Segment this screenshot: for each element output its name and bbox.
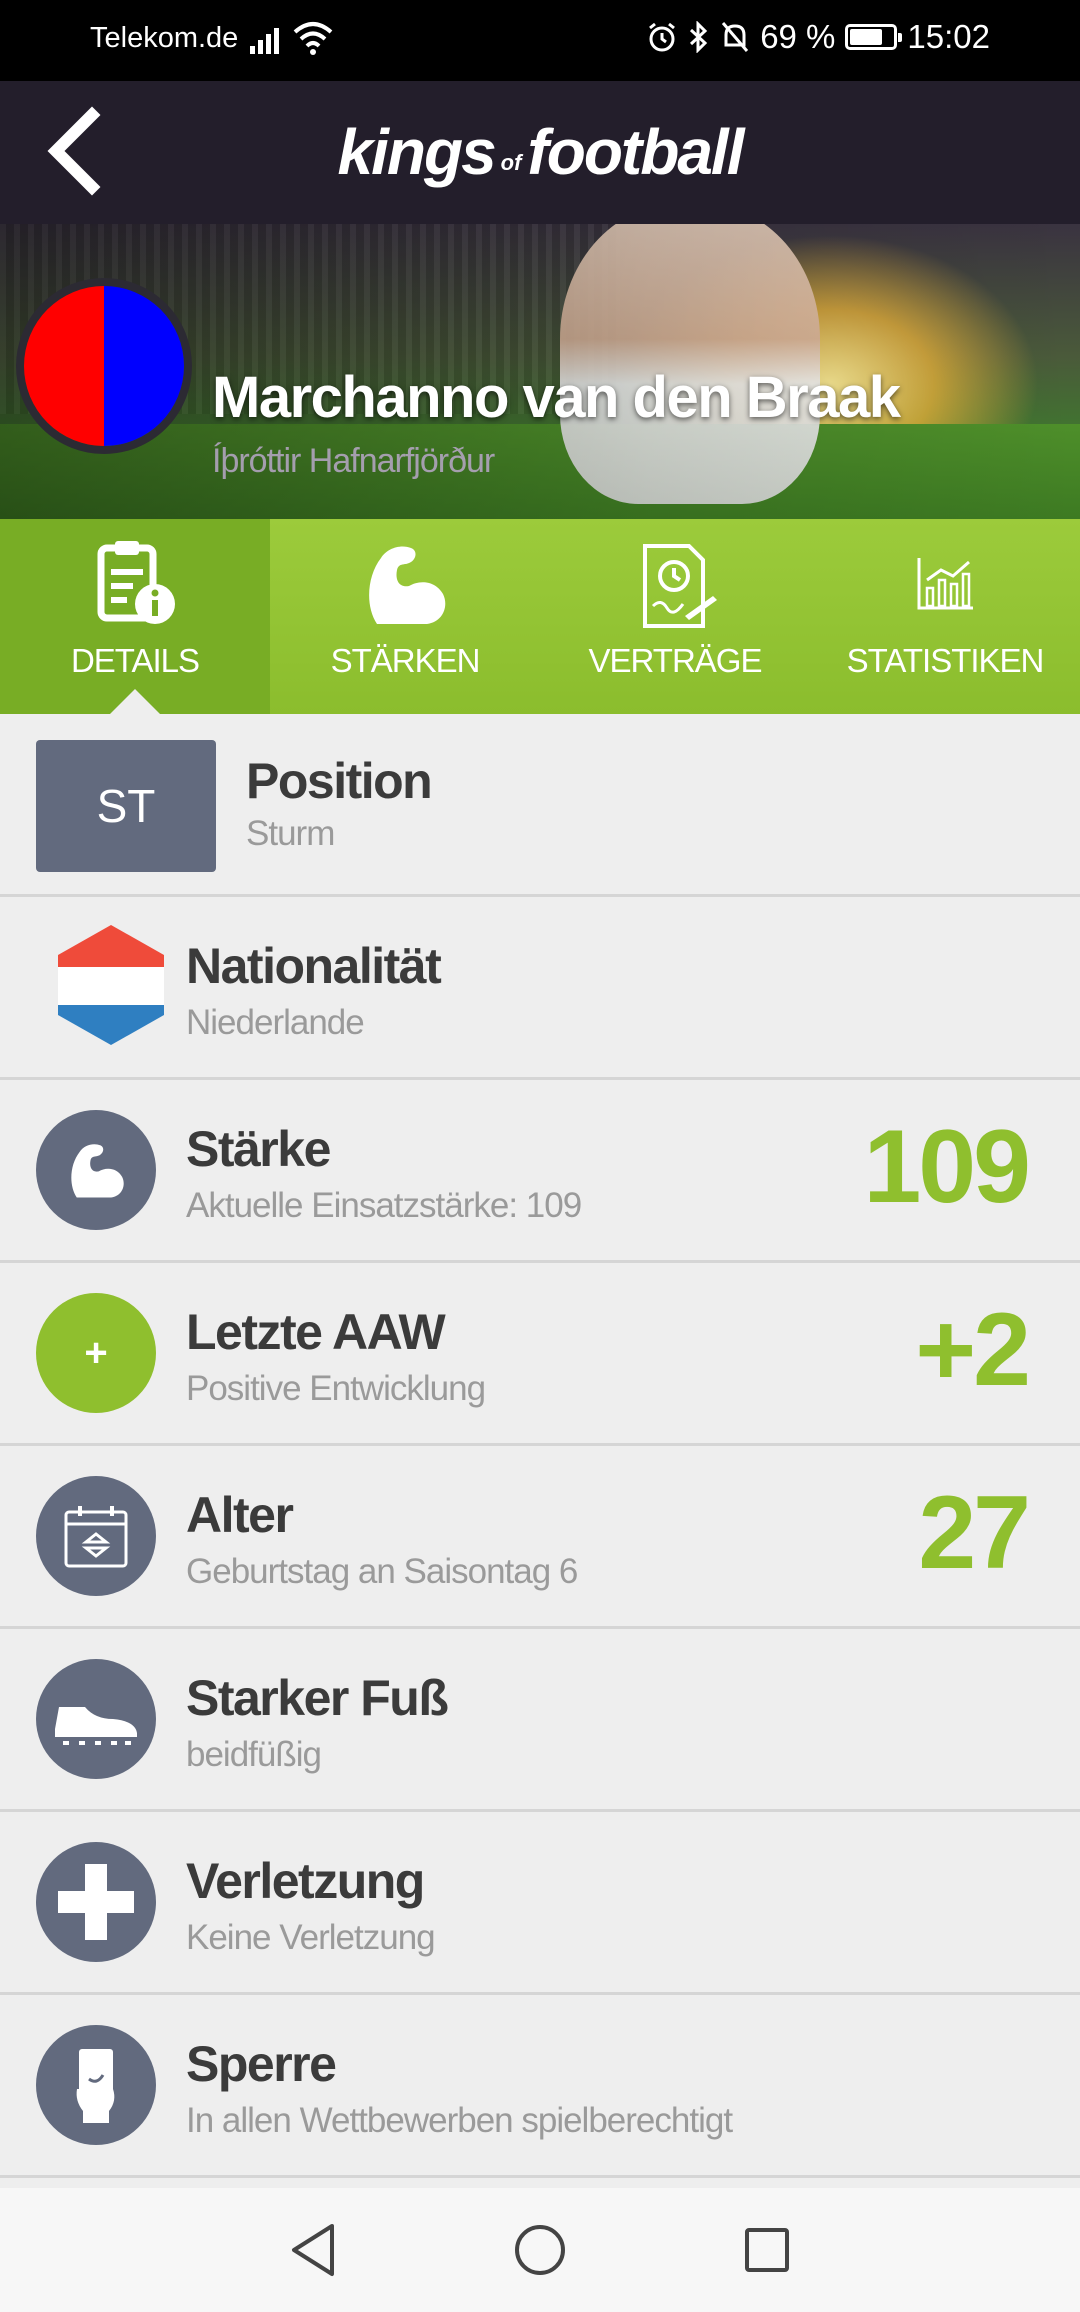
strength-value: 109 <box>863 1109 1031 1225</box>
tab-label: DETAILS <box>70 642 200 679</box>
referee-card-icon <box>76 2049 115 2123</box>
item-subtitle: Niederlande <box>186 1003 365 1042</box>
list-item-suspension[interactable]: Sperre In allen Wettbewerben spielberech… <box>0 1995 1080 2178</box>
item-subtitle: Geburtstag an Saisontag 6 <box>186 1552 578 1591</box>
system-nav-bar <box>0 2188 1080 2312</box>
list-item-strength[interactable]: Stärke Aktuelle Einsatzstärke: 109 109 <box>0 1080 1080 1263</box>
triangle-back-icon <box>292 2224 335 2276</box>
bicep-icon <box>71 1144 124 1198</box>
item-title: Sperre <box>186 2036 337 2092</box>
mute-icon <box>722 22 749 52</box>
item-subtitle: In allen Wettbewerben spielberechtigt <box>186 2101 733 2140</box>
bluetooth-icon <box>690 21 708 53</box>
tab-label: STATISTIKEN <box>846 642 1045 679</box>
status-right: 69 % 15:02 <box>646 18 990 56</box>
club-badge <box>16 278 192 454</box>
app-bar: kings offootball <box>0 81 1080 224</box>
battery-percent: 69 % <box>760 18 836 55</box>
nav-back-button[interactable] <box>273 2210 353 2290</box>
item-subtitle: Positive Entwicklung <box>186 1369 486 1408</box>
tab-statistiken[interactable]: STATISTIKEN <box>810 519 1080 714</box>
square-recents-icon <box>744 2228 789 2272</box>
item-title: Starker Fuß <box>186 1670 449 1726</box>
alarm-icon <box>649 22 676 52</box>
nav-home-button[interactable] <box>500 2210 580 2290</box>
age-icon-circle <box>36 1476 156 1596</box>
item-title: Verletzung <box>186 1853 425 1909</box>
details-icon <box>97 541 175 624</box>
carrier-label: Telekom.de <box>90 22 239 54</box>
calendar-icon <box>64 1506 128 1568</box>
tab-label: VERTRÄGE <box>588 642 763 679</box>
position-badge: ST <box>36 740 216 872</box>
contract-icon <box>643 544 717 628</box>
player-name: Marchanno van den Braak <box>212 365 901 430</box>
strength-icon-circle <box>36 1110 156 1230</box>
plus-icon: + <box>36 1293 156 1413</box>
item-subtitle: Sturm <box>246 814 335 853</box>
item-title: Stärke <box>186 1121 331 1177</box>
medical-cross-icon <box>58 1864 134 1940</box>
nav-recents-button[interactable] <box>727 2210 807 2290</box>
aaw-value: +2 <box>915 1292 1031 1408</box>
list-item-last-aaw[interactable]: + Letzte AAW Positive Entwicklung +2 <box>0 1263 1080 1446</box>
item-subtitle: Aktuelle Einsatzstärke: 109 <box>186 1186 582 1225</box>
list-item-injury[interactable]: Verletzung Keine Verletzung <box>0 1812 1080 1995</box>
item-title: Alter <box>186 1487 294 1543</box>
bicep-icon <box>369 546 446 624</box>
item-title: Letzte AAW <box>186 1304 446 1360</box>
tab-staerken[interactable]: STÄRKEN <box>270 519 540 714</box>
list-item-age[interactable]: Alter Geburtstag an Saisontag 6 27 <box>0 1446 1080 1629</box>
injury-icon-circle <box>36 1842 156 1962</box>
signal-icon <box>250 28 279 54</box>
foot-icon-circle <box>36 1659 156 1779</box>
tab-details[interactable]: DETAILS <box>0 519 270 715</box>
list-item-position[interactable]: ST Position Sturm <box>0 714 1080 897</box>
item-subtitle: beidfüßig <box>186 1735 322 1774</box>
app-logo: kings offootball <box>337 116 745 188</box>
age-value: 27 <box>918 1475 1031 1591</box>
boot-icon <box>55 1707 137 1745</box>
list-item-nationality[interactable]: Nationalität Niederlande <box>0 897 1080 1080</box>
status-bar: Telekom.de 69 % 15:02 <box>0 0 1080 81</box>
wifi-icon <box>293 22 333 55</box>
clock: 15:02 <box>907 18 990 55</box>
list-item-strong-foot[interactable]: Starker Fuß beidfüßig <box>0 1629 1080 1812</box>
player-header: Marchanno van den Braak Íþróttir Hafnarf… <box>0 224 1080 519</box>
chart-icon <box>917 558 973 610</box>
tab-label: STÄRKEN <box>330 642 481 679</box>
item-title: Nationalität <box>186 938 442 994</box>
suspension-icon-circle <box>36 2025 156 2145</box>
netherlands-flag-icon <box>58 925 164 1045</box>
battery-icon <box>845 24 903 50</box>
club-name[interactable]: Íþróttir Hafnarfjörður <box>212 442 495 481</box>
item-subtitle: Keine Verletzung <box>186 1918 436 1957</box>
details-list: ST Position Sturm Nationalität Niederlan… <box>0 714 1080 2178</box>
tab-vertraege[interactable]: VERTRÄGE <box>540 519 810 714</box>
circle-home-icon <box>514 2225 565 2275</box>
item-title: Position <box>246 753 433 809</box>
tab-bar: DETAILS STÄRKEN VERTRÄGE STATISTIKEN <box>0 519 1080 715</box>
